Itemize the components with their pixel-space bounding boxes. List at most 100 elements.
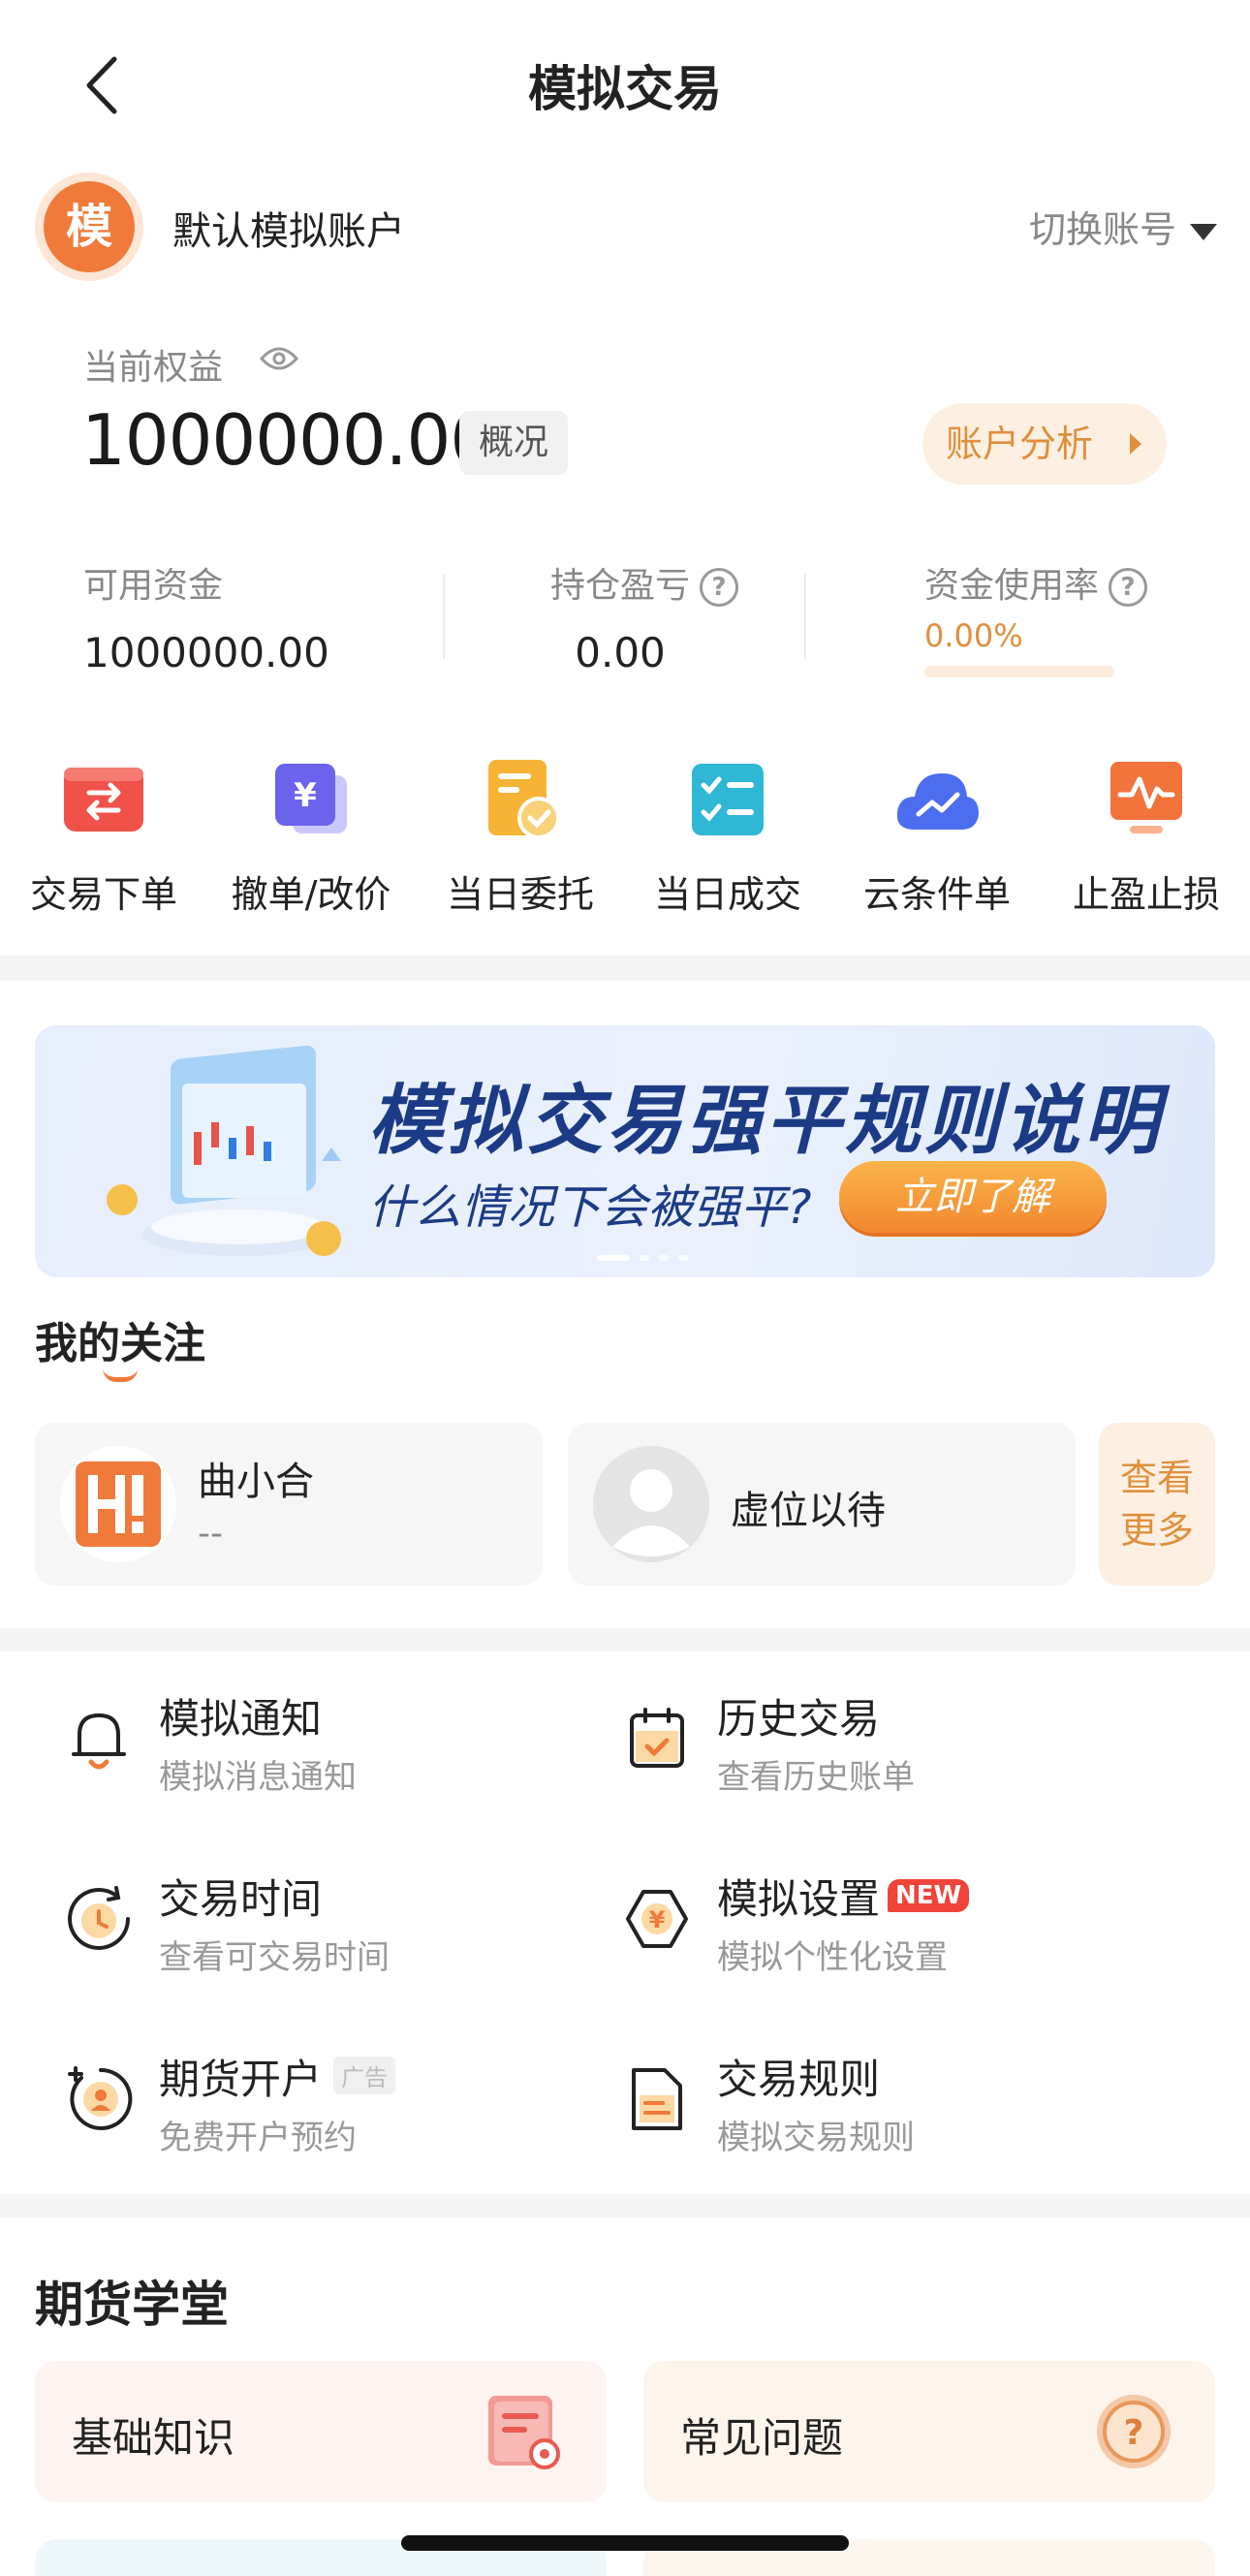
account-analysis-button[interactable]: 账户分析 [922,403,1167,485]
action-daily-orders[interactable]: 当日委托 [419,756,622,918]
avatar-char: 模 [44,181,135,272]
action-cancel-modify[interactable]: ¥ 撤单/改价 [209,756,413,918]
action-take-profit-stop-loss[interactable]: 止盈止损 [1045,756,1248,918]
faq-card[interactable]: 常见问题 ? [643,2361,1215,2502]
menu-title: 历史交易 [717,1695,881,1743]
page-title: 模拟交易 [528,61,722,117]
banner-title: 模拟交易强平规则说明 [368,1078,1164,1165]
switch-account-button[interactable]: 切换账号 [1029,200,1217,253]
menu-trading-hours[interactable]: 交易时间 查看可交易时间 [62,1867,605,1993]
help-icon[interactable]: ? [700,568,739,607]
carousel-dot [597,1255,630,1261]
fund-usage-bar [924,666,1114,677]
promo-banner[interactable]: 模拟交易强平规则说明 什么情况下会被强平? 立即了解 [35,1025,1215,1277]
menu-subtitle: 查看可交易时间 [159,1938,390,1977]
action-label: 云条件单 [862,873,1011,916]
quick-actions: 交易下单 ¥ 撤单/改价 当日委托 当日成交 云条件单 止盈止损 [0,756,1250,921]
menu-title-text: 模拟设置 [717,1875,881,1923]
yen-card-icon: ¥ [267,756,355,843]
checklist-icon [684,756,771,843]
menu-trading-rules[interactable]: 交易规则 模拟交易规则 [620,2047,1163,2173]
question-icon: ? [1089,2390,1176,2473]
menu-open-account[interactable]: 期货开户 广告 免费开户预约 [62,2047,605,2173]
home-indicator[interactable] [401,2535,849,2551]
equity-label: 当前权益 [83,348,224,388]
triangle-right-icon [1130,433,1141,455]
svg-text:¥: ¥ [649,1906,666,1933]
action-daily-trades[interactable]: 当日成交 [626,756,829,918]
account-name: 默认模拟账户 [172,209,405,254]
yen-hexagon-icon: ¥ [620,1882,694,1956]
equity-value: 1000000.00 [81,399,494,481]
fund-usage: 资金使用率? 0.00% [924,557,1148,677]
menu-subtitle: 模拟交易规则 [717,2119,915,2157]
pulse-chart-icon [1103,756,1190,843]
action-label: 交易下单 [29,873,177,916]
account-row: 模 默认模拟账户 切换账号 [35,173,1217,281]
user-plus-icon [62,2062,136,2136]
eye-icon[interactable] [259,345,299,372]
help-icon[interactable]: ? [1109,568,1148,607]
menu-title: 期货开户 广告 [159,2047,396,2106]
carousel-dot [678,1255,688,1261]
user-avatar-icon [593,1446,709,1562]
menu-subtitle: 免费开户预约 [159,2119,357,2157]
carousel-dots [597,1246,698,1265]
company-logo [60,1446,176,1562]
fund-usage-label: 资金使用率 [924,566,1100,606]
ad-badge: 广告 [333,2057,396,2094]
menu-subtitle: 模拟消息通知 [159,1758,357,1797]
carousel-dot [640,1255,649,1261]
see-more-button[interactable]: 查看 更多 [1099,1423,1215,1586]
menu-subtitle: 查看历史账单 [717,1758,915,1797]
overview-button[interactable]: 概况 [459,411,568,475]
action-label: 撤单/改价 [231,873,391,916]
account-analysis-label: 账户分析 [946,423,1094,465]
doc-check-icon [477,756,564,843]
follow-card-placeholder[interactable]: 虚位以待 [568,1423,1076,1586]
svg-text:¥: ¥ [294,776,317,815]
menu-title: 交易时间 [159,1875,323,1923]
action-label: 止盈止损 [1072,873,1220,916]
position-pnl: 持仓盈亏? 0.00 [550,557,739,676]
account-avatar: 模 [35,173,143,281]
follow-sub: -- [198,1514,223,1554]
calendar-check-icon [620,1702,694,1775]
follow-name: 曲小合 [198,1460,314,1504]
follow-name: 虚位以待 [731,1489,886,1533]
action-place-order[interactable]: 交易下单 [2,756,205,918]
switch-account-label: 切换账号 [1028,208,1176,251]
carousel-dot [659,1255,669,1261]
action-label: 当日成交 [653,873,801,916]
card-label: 基础知识 [72,2414,235,2462]
menu-sim-notice[interactable]: 模拟通知 模拟消息通知 [62,1686,605,1812]
clock-icon [62,1882,136,1956]
svg-text:?: ? [1124,2413,1144,2453]
menu-sim-settings[interactable]: ¥ 模拟设置 NEW 模拟个性化设置 [620,1867,1163,1993]
learn-now-button[interactable]: 立即了解 [839,1161,1107,1233]
bell-icon [62,1702,136,1775]
action-cloud-conditional[interactable]: 云条件单 [835,756,1039,918]
menu-title: 交易规则 [717,2056,881,2103]
cloud-chart-icon [893,756,981,843]
stat-divider [804,574,806,659]
menu-trade-history[interactable]: 历史交易 查看历史账单 [620,1686,1163,1812]
banner-subtitle: 什么情况下会被强平? [368,1180,812,1235]
follow-card[interactable]: 曲小合 -- [35,1423,543,1586]
menu-title-text: 期货开户 [159,2056,323,2103]
caret-down-icon [1190,224,1217,240]
trading-screen-illustration [93,1045,355,1263]
section-divider [0,1628,1250,1651]
position-pnl-label: 持仓盈亏 [550,566,691,606]
section-divider [0,956,1250,981]
available-funds-label: 可用资金 [83,566,224,606]
available-funds: 可用资金 1000000.00 [83,557,329,676]
section-divider [0,2194,1250,2217]
document-icon [620,2062,694,2136]
new-badge: NEW [888,1879,970,1912]
basic-knowledge-card[interactable]: 基础知识 [35,2361,607,2502]
menu-subtitle: 模拟个性化设置 [717,1938,948,1977]
action-label: 当日委托 [446,873,594,916]
school-title: 期货学堂 [35,2277,229,2333]
menu-title: 模拟设置 NEW [717,1867,970,1926]
